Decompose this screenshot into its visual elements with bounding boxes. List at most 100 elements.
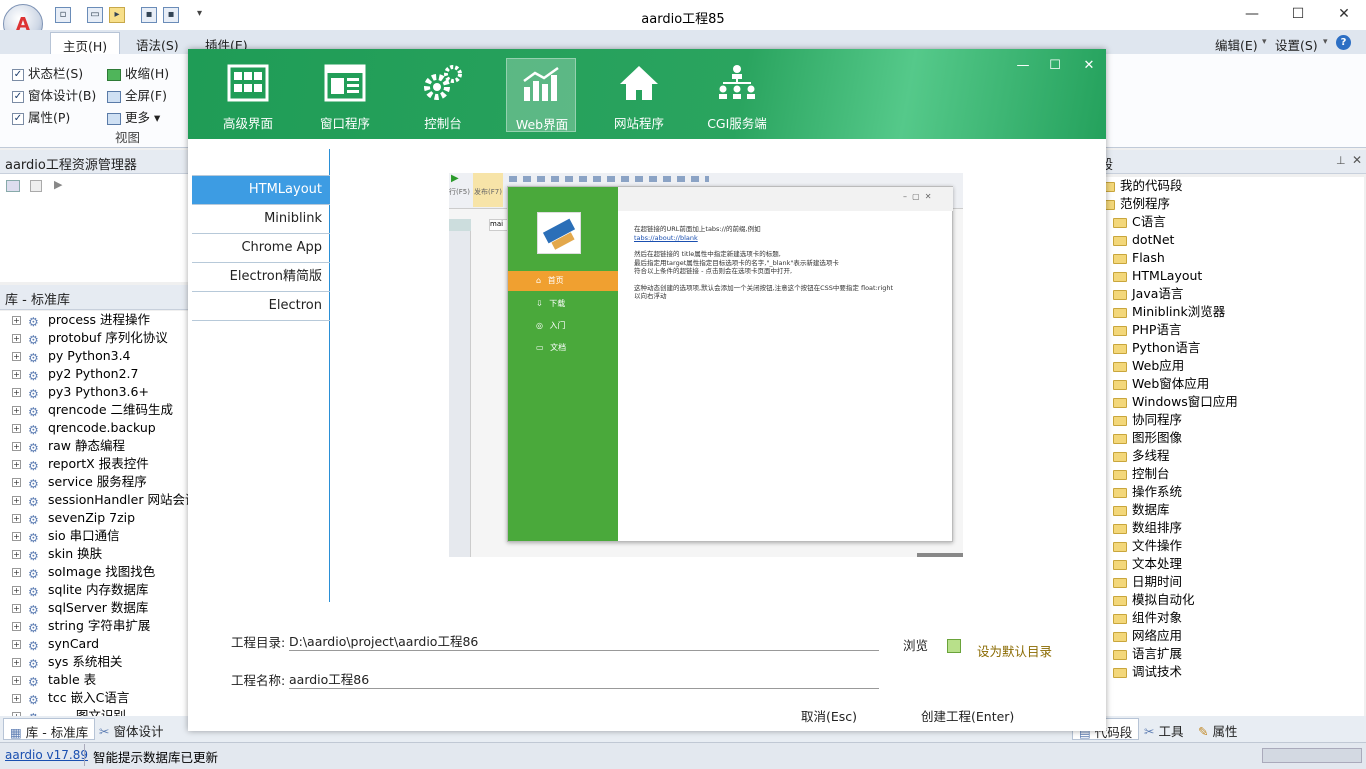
tree-item[interactable]: 我的代码段 [1091, 177, 1364, 195]
expand-icon[interactable]: + [12, 370, 21, 379]
tree-item[interactable]: 控制台 [1091, 465, 1364, 483]
expand-icon[interactable]: + [12, 532, 21, 541]
tree-item[interactable]: 网络应用 [1091, 627, 1364, 645]
expand-icon[interactable]: + [12, 640, 21, 649]
expand-icon[interactable]: + [12, 478, 21, 487]
expand-icon[interactable]: + [12, 316, 21, 325]
nav-miniblink[interactable]: Miniblink [192, 205, 330, 234]
expand-icon[interactable]: + [12, 694, 21, 703]
project-dir-input[interactable]: D:\aardio\project\aardio工程86 [289, 627, 879, 651]
template-console[interactable]: 控制台 [408, 58, 478, 132]
template-advanced-ui[interactable]: 高级界面 [213, 58, 283, 132]
tree-item[interactable]: 范例程序 [1091, 195, 1364, 213]
tree-item[interactable]: 日期时间 [1091, 573, 1364, 591]
expand-icon[interactable]: + [12, 352, 21, 361]
statusbar-checkbox[interactable]: ✓ 状态栏(S) [12, 63, 83, 82]
tree-item[interactable]: Miniblink浏览器 [1091, 303, 1364, 321]
library-item[interactable]: + ⚙ sqlite 内存数据库 [0, 581, 189, 599]
play-icon[interactable]: ▶ [54, 178, 62, 191]
save-all-icon[interactable]: ▪ [163, 7, 179, 23]
expand-icon[interactable]: + [12, 676, 21, 685]
tree-item[interactable]: 语言扩展 [1091, 645, 1364, 663]
library-item[interactable]: + ⚙ soImage 找图找色 [0, 563, 189, 581]
close-button[interactable]: ✕ [1324, 4, 1364, 26]
expand-icon[interactable]: + [12, 550, 21, 559]
create-project-button[interactable]: 创建工程(Enter) [921, 706, 1014, 725]
tree-item[interactable]: 数据库 [1091, 501, 1364, 519]
library-item[interactable]: +⚙sessionHandler 网站会话管 [0, 491, 189, 509]
library-item[interactable]: + ⚙ synCard [0, 635, 189, 653]
library-item[interactable]: +⚙...... 图文识别 [0, 707, 189, 716]
more-button[interactable]: 更多 ▾ [107, 107, 160, 126]
tree-item[interactable]: 协同程序 [1091, 411, 1364, 429]
edit-menu[interactable]: 编辑(E) [1203, 32, 1270, 54]
template-website[interactable]: 网站程序 [604, 58, 674, 132]
save-icon[interactable]: ▪ [141, 7, 157, 23]
tree-item[interactable]: dotNet [1091, 231, 1364, 249]
library-item[interactable]: + ⚙ sio 串口通信 [0, 527, 189, 545]
form-design-checkbox[interactable]: ✓ 窗体设计(B) [12, 85, 96, 104]
tree-item[interactable]: 数组排序 [1091, 519, 1364, 537]
tree-item[interactable]: 组件对象 [1091, 609, 1364, 627]
tree-item[interactable]: 模拟自动化 [1091, 591, 1364, 609]
expand-icon[interactable]: + [12, 388, 21, 397]
expand-icon[interactable]: + [12, 334, 21, 343]
dialog-close-button[interactable]: ✕ [1078, 55, 1100, 77]
tab-form-design[interactable]: ✂ 窗体设计 [93, 718, 169, 740]
tree-item[interactable]: Web应用 [1091, 357, 1364, 375]
expand-icon[interactable]: + [12, 424, 21, 433]
dialog-maximize-button[interactable]: ☐ [1044, 55, 1066, 77]
new-file-icon[interactable]: ▫ [55, 7, 71, 23]
view-mode-buttons[interactable] [1262, 748, 1362, 763]
tab-tools[interactable]: ✂ 工具 [1138, 718, 1189, 740]
library-item[interactable]: + ⚙ py3 Python3.6+ [0, 383, 189, 401]
version-link[interactable]: aardio v17.89 [5, 748, 88, 762]
tab-standard-library[interactable]: ▦ 库 - 标准库 [3, 718, 96, 740]
expand-icon[interactable]: + [12, 460, 21, 469]
expand-icon[interactable]: + [12, 442, 21, 451]
fullscreen-button[interactable]: 全屏(F) [107, 85, 167, 104]
expand-icon[interactable]: + [12, 496, 21, 505]
library-item[interactable]: + ⚙ sevenZip 7zip [0, 509, 189, 527]
tree-item[interactable]: Java语言 [1091, 285, 1364, 303]
library-item[interactable]: + ⚙ process 进程操作 [0, 311, 189, 329]
template-web-ui[interactable]: Web界面 [506, 58, 576, 132]
tree-item[interactable]: PHP语言 [1091, 321, 1364, 339]
tree-item[interactable]: 多线程 [1091, 447, 1364, 465]
copy-icon[interactable] [6, 180, 20, 192]
tree-item[interactable]: 调试技术 [1091, 663, 1364, 681]
tree-item[interactable]: 图形图像 [1091, 429, 1364, 447]
window-icon[interactable]: ▭ [87, 7, 103, 23]
pin-icon[interactable]: ⊥ [1336, 154, 1346, 167]
tree-item[interactable]: 文件操作 [1091, 537, 1364, 555]
nav-chrome-app[interactable]: Chrome App [192, 234, 330, 263]
library-item[interactable]: + ⚙ protobuf 序列化协议 [0, 329, 189, 347]
close-panel-icon[interactable]: ✕ [1352, 153, 1362, 167]
library-item[interactable]: + ⚙ py Python3.4 [0, 347, 189, 365]
library-item[interactable]: + ⚙ py2 Python2.7 [0, 365, 189, 383]
library-item[interactable]: + ⚙ table 表 [0, 671, 189, 689]
cancel-button[interactable]: 取消(Esc) [801, 706, 857, 725]
nav-electron-lite[interactable]: Electron精简版 [192, 263, 330, 292]
library-item[interactable]: + ⚙ tcc 嵌入C语言 [0, 689, 189, 707]
tree-item[interactable]: C语言 [1091, 213, 1364, 231]
minimize-button[interactable]: — [1232, 4, 1272, 26]
collapse-button[interactable]: 收缩(H) [107, 63, 169, 82]
expand-icon[interactable]: + [12, 604, 21, 613]
tab-home[interactable]: 主页(H) [50, 32, 121, 54]
expand-icon[interactable]: + [12, 658, 21, 667]
nav-htmlayout[interactable]: HTMLayout [192, 176, 330, 205]
library-item[interactable]: + ⚙ sys 系统相关 [0, 653, 189, 671]
expand-icon[interactable]: + [12, 406, 21, 415]
library-item[interactable]: + ⚙ sqlServer 数据库 [0, 599, 189, 617]
settings-dropdown-icon[interactable]: ▾ [1323, 37, 1328, 47]
library-item[interactable]: + ⚙ string 字符串扩展 [0, 617, 189, 635]
tree-item[interactable]: Flash [1091, 249, 1364, 267]
tree-item[interactable]: Python语言 [1091, 339, 1364, 357]
library-item[interactable]: + ⚙ qrencode.backup [0, 419, 189, 437]
browse-button[interactable]: 浏览 [903, 635, 928, 654]
save-icon[interactable] [30, 180, 42, 192]
maximize-button[interactable]: ☐ [1278, 4, 1318, 26]
library-item[interactable]: + ⚙ raw 静态编程 [0, 437, 189, 455]
expand-icon[interactable]: + [12, 586, 21, 595]
